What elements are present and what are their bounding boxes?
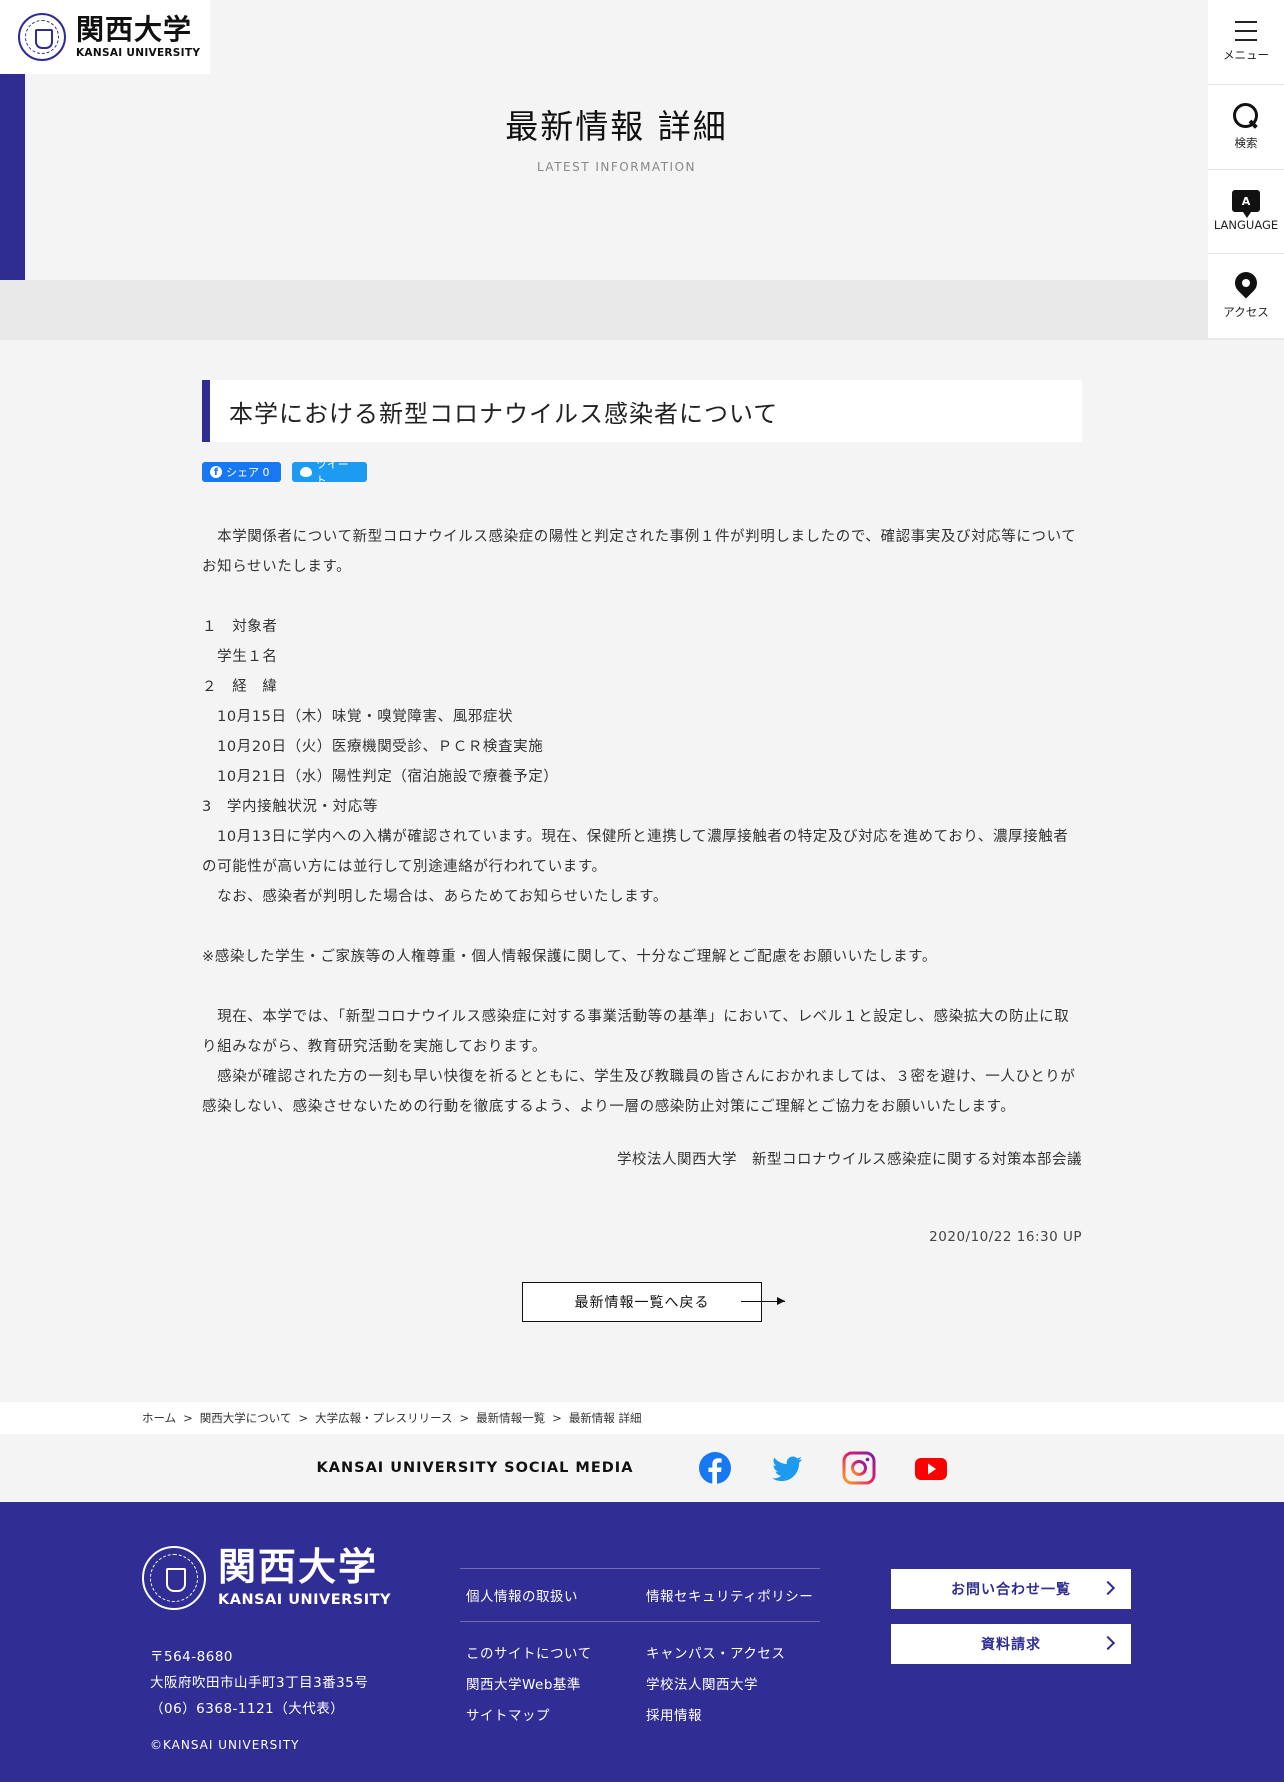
utility-menu: メニュー 検索 A LANGUAGE アクセス [1208,0,1284,338]
share-buttons: f シェア 0 ツイート [202,458,1082,487]
article-title-box: 本学における新型コロナウイルス感染者について [202,380,1082,442]
header-band-edge [1208,338,1284,340]
postal-code: 〒564-8680 [150,1649,233,1665]
language-button[interactable]: A LANGUAGE [1208,170,1284,255]
body-paragraph: 3 学内接触状況・対応等 [202,799,378,815]
arrow-right-icon [741,1297,785,1305]
breadcrumb-separator: > [183,1411,193,1425]
footer-link-careers[interactable]: 採用情報 [640,1704,820,1735]
footer-link-about-site[interactable]: このサイトについて [460,1642,640,1673]
breadcrumb-current: 最新情報 詳細 [568,1411,642,1425]
body-paragraph: ２ 経 緯 [202,679,278,695]
article-signature: 学校法人関西大学 新型コロナウイルス感染症に関する対策本部会議 [617,1152,1082,1168]
footer-logo-jp: 関西大学 [218,1545,379,1589]
chevron-right-icon [1100,1580,1116,1596]
twitter-icon [300,467,312,477]
body-paragraph [202,972,1082,1002]
breadcrumb: ホーム > 関西大学について > 大学広報・プレスリリース > 最新情報一覧 >… [0,1402,1284,1434]
facebook-icon: f [210,466,222,478]
body-paragraph [202,912,1082,942]
body-paragraph: 現在、本学では、「新型コロナウイルス感染症に対する事業活動等の基準」において、レ… [202,1009,1070,1055]
footer-logo[interactable]: 関西大学 KANSAI UNIVERSITY [142,1546,391,1610]
request-materials-label: 資料請求 [981,1637,1041,1653]
footer-logo-en: KANSAI UNIVERSITY [218,1592,392,1608]
article-body: 本学関係者について新型コロナウイルス感染症の陽性と判定された事例１件が判明しまし… [202,522,1082,1122]
request-materials-button[interactable]: 資料請求 [891,1624,1131,1664]
breadcrumb-separator: > [552,1411,562,1425]
hamburger-icon [1235,20,1257,41]
footer-link-campus-access[interactable]: キャンパス・アクセス [640,1642,820,1673]
logo-name-jp: 関西大学 [76,12,193,46]
menu-button[interactable]: メニュー [1208,0,1284,85]
breadcrumb-news-list[interactable]: 最新情報一覧 [476,1410,545,1426]
menu-label: メニュー [1223,47,1269,62]
university-seal-icon [142,1546,206,1610]
body-paragraph: 10月15日（木）味覚・嗅覚障害、風邪症状 [202,709,514,725]
contact-list-button[interactable]: お問い合わせ一覧 [891,1569,1131,1609]
street-address: 大阪府吹田市山手町3丁目3番35号 [150,1675,369,1691]
site-logo[interactable]: 関西大学 KANSAI UNIVERSITY [0,0,210,74]
map-pin-icon [1230,267,1262,299]
logo-name-en: KANSAI UNIVERSITY [76,46,201,59]
body-paragraph [202,582,1082,612]
article-title: 本学における新型コロナウイルス感染者について [229,399,779,428]
breadcrumb-home[interactable]: ホーム [142,1410,176,1426]
university-seal-icon [18,13,66,61]
body-paragraph: なお、感染者が判明した場合は、あらためてお知らせいたします。 [202,889,668,905]
social-media-bar: KANSAI UNIVERSITY SOCIAL MEDIA [0,1434,1284,1502]
search-icon [1233,102,1259,129]
facebook-share-label: シェア 0 [226,466,270,479]
breadcrumb-press[interactable]: 大学広報・プレスリリース [315,1410,452,1426]
footer-link-web-standards[interactable]: 関西大学Web基準 [460,1673,640,1704]
article-timestamp: 2020/10/22 16:30 UP [929,1229,1082,1245]
chevron-right-icon [1100,1635,1116,1651]
body-paragraph: 10月20日（火）医療機関受診、ＰＣＲ検査実施 [202,739,544,755]
instagram-icon[interactable] [842,1451,876,1485]
copyright: ©KANSAI UNIVERSITY [150,1738,300,1752]
footer-address: 〒564-8680 大阪府吹田市山手町3丁目3番35号 （06）6368-112… [150,1644,368,1722]
search-button[interactable]: 検索 [1208,85,1284,170]
body-paragraph: 学生１名 [202,649,278,665]
twitter-icon[interactable] [770,1451,804,1485]
body-paragraph: ※感染した学生・ご家族等の人権尊重・個人情報保護に関して、十分なご理解とご配慮を… [202,949,937,965]
footer-links: 個人情報の取扱い 情報セキュリティポリシー このサイトについて キャンパス・アク… [460,1568,820,1735]
search-label: 検索 [1234,135,1258,150]
tweet-button[interactable]: ツイート [292,458,367,487]
youtube-icon[interactable] [914,1451,948,1485]
language-label: LANGUAGE [1213,218,1279,233]
footer-link-security-policy[interactable]: 情報セキュリティポリシー [640,1585,820,1605]
body-paragraph: 感染が確認された方の一刻も早い快復を祈るとともに、学生及び教職員の皆さんにおかれ… [202,1069,1076,1115]
tweet-label: ツイート [315,458,349,487]
header-band [0,280,1208,340]
breadcrumb-separator: > [459,1411,470,1425]
accent-bar [0,74,25,280]
social-media-label: KANSAI UNIVERSITY SOCIAL MEDIA [316,1460,634,1476]
back-to-list-button[interactable]: 最新情報一覧へ戻る [522,1282,762,1322]
phone-number: （06）6368-1121（大代表） [150,1701,345,1717]
facebook-icon[interactable] [698,1451,732,1485]
body-paragraph: 10月21日（水）陽性判定（宿泊施設で療養予定） [202,769,559,785]
page-subtitle: LATEST INFORMATION [536,160,697,174]
facebook-share-button[interactable]: f シェア 0 [202,462,281,482]
body-paragraph: １ 対象者 [202,619,278,635]
back-to-list-label: 最新情報一覧へ戻る [574,1295,710,1311]
article: 本学における新型コロナウイルス感染者について f シェア 0 ツイート 本学関係… [202,380,1082,1245]
language-icon: A [1232,190,1260,219]
contact-list-label: お問い合わせ一覧 [951,1582,1071,1598]
footer-link-corporation[interactable]: 学校法人関西大学 [640,1673,820,1704]
body-paragraph: 10月13日に学内への入構が確認されています。現在、保健所と連携して濃厚接触者の… [202,829,1069,875]
page-title: 最新情報 詳細 [505,107,728,146]
page-heading: 最新情報 詳細 LATEST INFORMATION [25,100,1208,174]
access-button[interactable]: アクセス [1208,254,1284,338]
footer-link-privacy[interactable]: 個人情報の取扱い [460,1585,640,1605]
site-footer: 関西大学 KANSAI UNIVERSITY 〒564-8680 大阪府吹田市山… [0,1502,1284,1782]
footer-link-sitemap[interactable]: サイトマップ [460,1704,640,1735]
breadcrumb-separator: > [298,1411,309,1425]
breadcrumb-about[interactable]: 関西大学について [200,1410,292,1426]
body-paragraph: 本学関係者について新型コロナウイルス感染症の陽性と判定された事例１件が判明しまし… [202,529,1077,575]
access-label: アクセス [1223,305,1269,320]
